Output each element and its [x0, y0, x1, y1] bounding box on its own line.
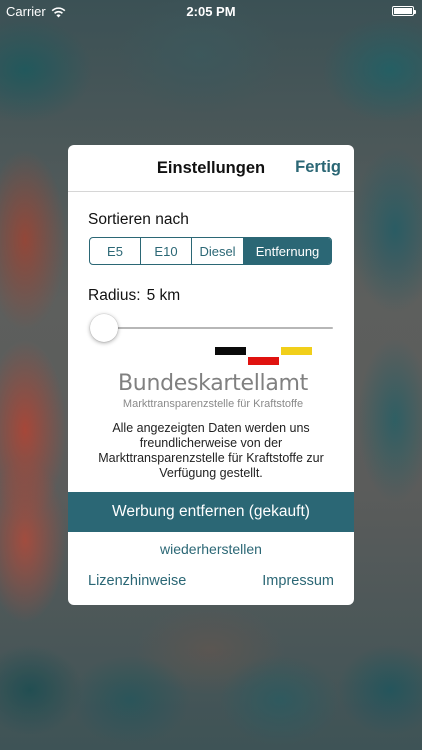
slider-track[interactable] [100, 327, 333, 329]
remove-ads-button[interactable]: Werbung entfernen (gekauft) [68, 492, 354, 532]
settings-dialog: Einstellungen Fertig Sortieren nach E5 E… [68, 145, 354, 605]
sort-option-e5[interactable]: E5 [90, 238, 141, 264]
bundeskartellamt-logo: Bundeskartellamt Markttransparenzstelle … [108, 345, 318, 415]
logo-name: Bundeskartellamt [118, 371, 308, 396]
sort-option-distance[interactable]: Entfernung [244, 238, 331, 264]
radius-value: 5 km [146, 287, 181, 304]
radius-slider[interactable] [90, 313, 333, 343]
status-bar: Carrier 2:05 PM [0, 0, 422, 22]
sort-option-diesel[interactable]: Diesel [192, 238, 244, 264]
radius-row: Radius: 5 km [88, 287, 180, 305]
flag-red-bar [248, 357, 279, 365]
dialog-header: Einstellungen Fertig [68, 145, 354, 192]
imprint-link[interactable]: Impressum [262, 573, 334, 589]
sort-segmented-control: E5 E10 Diesel Entfernung [89, 237, 332, 265]
restore-purchases-button[interactable]: wiederherstellen [68, 541, 354, 557]
flag-black-bar [215, 347, 246, 355]
sort-label: Sortieren nach [88, 211, 189, 228]
sort-option-e10[interactable]: E10 [141, 238, 192, 264]
slider-thumb[interactable] [90, 314, 118, 342]
license-notes-link[interactable]: Lizenzhinweise [88, 573, 186, 589]
flag-gold-bar [281, 347, 312, 355]
logo-subtitle: Markttransparenzstelle für Kraftstoffe [122, 398, 304, 410]
status-time: 2:05 PM [186, 4, 236, 19]
data-source-info: Alle angezeigten Daten werden uns freund… [98, 421, 324, 480]
battery-icon [392, 6, 416, 16]
radius-label: Radius: [88, 287, 141, 304]
done-button[interactable]: Fertig [295, 158, 341, 177]
